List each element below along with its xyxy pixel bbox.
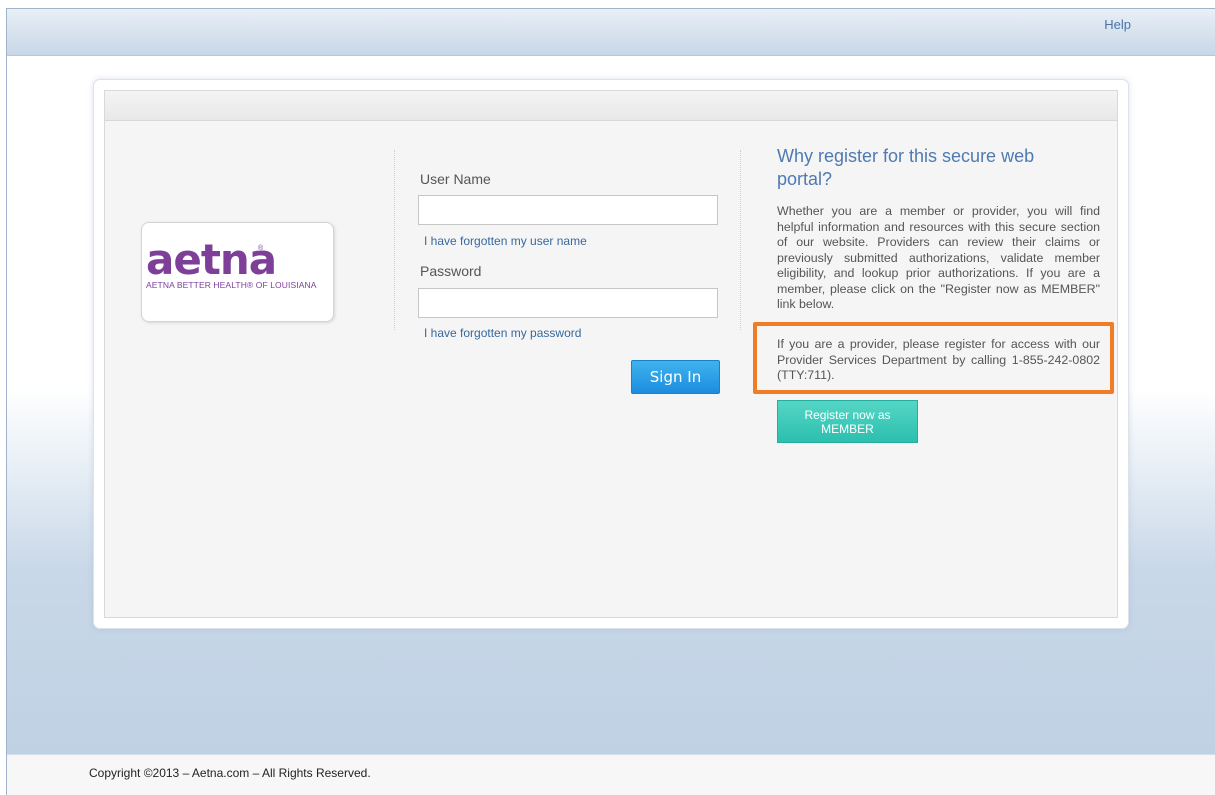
password-label: Password <box>420 263 482 279</box>
copyright-text: Copyright ©2013 – Aetna.com – All Rights… <box>89 766 371 780</box>
why-register-heading: Why register for this secure web portal? <box>777 146 1035 189</box>
sign-in-button[interactable]: Sign In <box>631 360 720 394</box>
right-divider <box>740 150 741 330</box>
browser-page: Help aetna ® AETNA BETTER HEALTH® OF LOU… <box>6 8 1215 795</box>
username-input[interactable] <box>418 195 718 225</box>
login-card: aetna ® AETNA BETTER HEALTH® OF LOUISIAN… <box>93 79 1129 629</box>
why-register-text: Whether you are a member or provider, yo… <box>777 204 1100 311</box>
left-divider <box>394 150 395 330</box>
top-bar: Help <box>7 9 1215 56</box>
panel-header-bar <box>105 91 1117 121</box>
provider-note-text: If you are a provider, please register f… <box>777 337 1100 382</box>
password-input[interactable] <box>418 288 718 318</box>
username-label: User Name <box>420 171 491 187</box>
footer: Copyright ©2013 – Aetna.com – All Rights… <box>7 754 1215 795</box>
logo-wordmark: aetna <box>146 235 277 284</box>
forgot-username-link[interactable]: I have forgotten my user name <box>424 234 587 248</box>
logo-tagline: AETNA BETTER HEALTH® OF LOUISIANA <box>146 280 317 290</box>
login-panel: aetna ® AETNA BETTER HEALTH® OF LOUISIAN… <box>104 90 1118 618</box>
help-link[interactable]: Help <box>1104 17 1131 32</box>
logo-registered-mark: ® <box>258 245 264 252</box>
aetna-logo: aetna ® AETNA BETTER HEALTH® OF LOUISIAN… <box>141 222 334 322</box>
register-member-button[interactable]: Register now as MEMBER <box>777 400 918 443</box>
forgot-password-link[interactable]: I have forgotten my password <box>424 326 581 340</box>
